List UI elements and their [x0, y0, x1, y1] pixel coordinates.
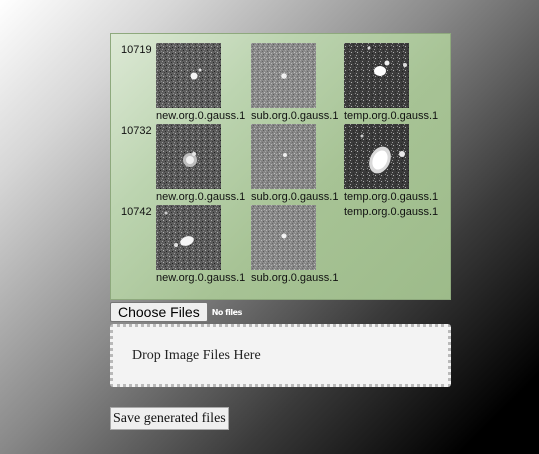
thumbnail-image: [251, 205, 316, 270]
choose-files-button[interactable]: Choose Files: [110, 302, 208, 322]
thumbnail-caption: new.org.0.gauss.1: [156, 110, 246, 122]
drop-zone[interactable]: Drop Image Files Here: [110, 324, 451, 387]
thumbnail-caption: sub.org.0.gauss.1: [251, 191, 339, 203]
row-id: 10719: [121, 44, 152, 56]
row-id: 10742: [121, 206, 152, 218]
thumbnail-new[interactable]: [156, 124, 221, 189]
thumbnail-temp[interactable]: [344, 43, 409, 108]
row-id: 10732: [121, 125, 152, 137]
thumbnail-image: [251, 43, 316, 108]
drop-zone-label: Drop Image Files Here: [132, 348, 261, 363]
thumbnail-image: [344, 124, 409, 189]
thumbnail-sub[interactable]: [251, 205, 316, 270]
thumbnail-caption: sub.org.0.gauss.1: [251, 272, 339, 284]
thumbnail-sub[interactable]: [251, 43, 316, 108]
thumbnail-image: [251, 124, 316, 189]
thumbnail-image: [156, 205, 221, 270]
thumbnail-caption: temp.org.0.gauss.1: [344, 191, 439, 203]
thumbnail-sub[interactable]: [251, 124, 316, 189]
thumbnail-image: [156, 124, 221, 189]
save-generated-files-button[interactable]: Save generated files: [110, 407, 229, 430]
thumbnail-caption: new.org.0.gauss.1: [156, 272, 246, 284]
thumbnail-caption: new.org.0.gauss.1: [156, 191, 246, 203]
thumbnail-new[interactable]: [156, 43, 221, 108]
thumbnail-caption: sub.org.0.gauss.1: [251, 110, 339, 122]
file-input-row: Choose Files No files: [110, 302, 242, 322]
file-status: No files: [211, 307, 243, 317]
thumbnail-gallery: 10719 new.org.0.gauss.1 sub.org.0.gauss.…: [110, 33, 451, 300]
orphan-caption: temp.org.0.gauss.1: [344, 206, 439, 218]
thumbnail-caption: temp.org.0.gauss.1: [344, 110, 439, 122]
thumbnail-temp[interactable]: [344, 124, 409, 189]
thumbnail-image: [344, 43, 409, 108]
thumbnail-image: [156, 43, 221, 108]
thumbnail-new[interactable]: [156, 205, 221, 270]
